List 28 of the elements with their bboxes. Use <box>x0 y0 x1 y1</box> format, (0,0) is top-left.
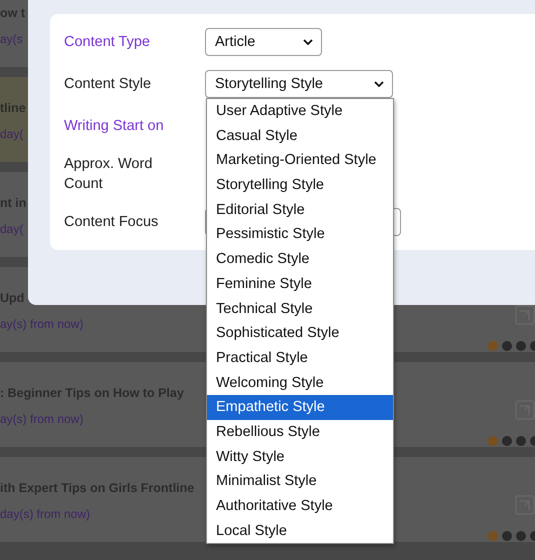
dropdown-option[interactable]: Witty Style <box>207 444 393 470</box>
chevron-down-icon <box>303 39 313 45</box>
dropdown-option[interactable]: Local Style <box>207 518 393 544</box>
dropdown-option[interactable]: Authoritative Style <box>207 494 393 519</box>
dropdown-option[interactable]: Practical Style <box>207 346 393 371</box>
dropdown-select[interactable]: Storytelling Style <box>205 70 393 98</box>
field-label: Writing Start on <box>64 117 165 136</box>
field-label: Content Type <box>64 33 151 52</box>
expand-icon[interactable] <box>515 305 535 325</box>
dropdown-option[interactable]: Empathetic Style <box>207 395 393 420</box>
field-label: Content Style <box>64 75 152 94</box>
chevron-down-icon <box>374 81 384 87</box>
dropdown-option[interactable]: Feminine Style <box>207 272 393 296</box>
dropdown-option[interactable]: Editorial Style <box>207 198 393 222</box>
dropdown-option[interactable]: Casual Style <box>207 124 393 148</box>
field-label: Content Focus <box>64 213 160 232</box>
dropdown-option[interactable]: Storytelling Style <box>207 173 393 198</box>
dropdown-option[interactable]: Comedic Style <box>207 247 393 272</box>
dropdown-option[interactable]: Rebellious Style <box>207 420 393 445</box>
dropdown-option[interactable]: Welcoming Style <box>207 370 393 396</box>
dropdown-option[interactable]: User Adaptive Style <box>207 99 393 124</box>
dropdown-option[interactable]: Pessimistic Style <box>207 222 393 248</box>
field-label: Approx. Word Count <box>64 155 154 194</box>
dropdown-select[interactable]: Article <box>205 28 322 56</box>
dropdown-option[interactable]: Sophisticated Style <box>207 321 393 346</box>
dropdown-option[interactable]: Marketing-Oriented Style <box>207 148 393 174</box>
dropdown-option[interactable]: Minimalist Style <box>207 469 393 494</box>
dropdown-option[interactable]: Technical Style <box>207 296 393 322</box>
